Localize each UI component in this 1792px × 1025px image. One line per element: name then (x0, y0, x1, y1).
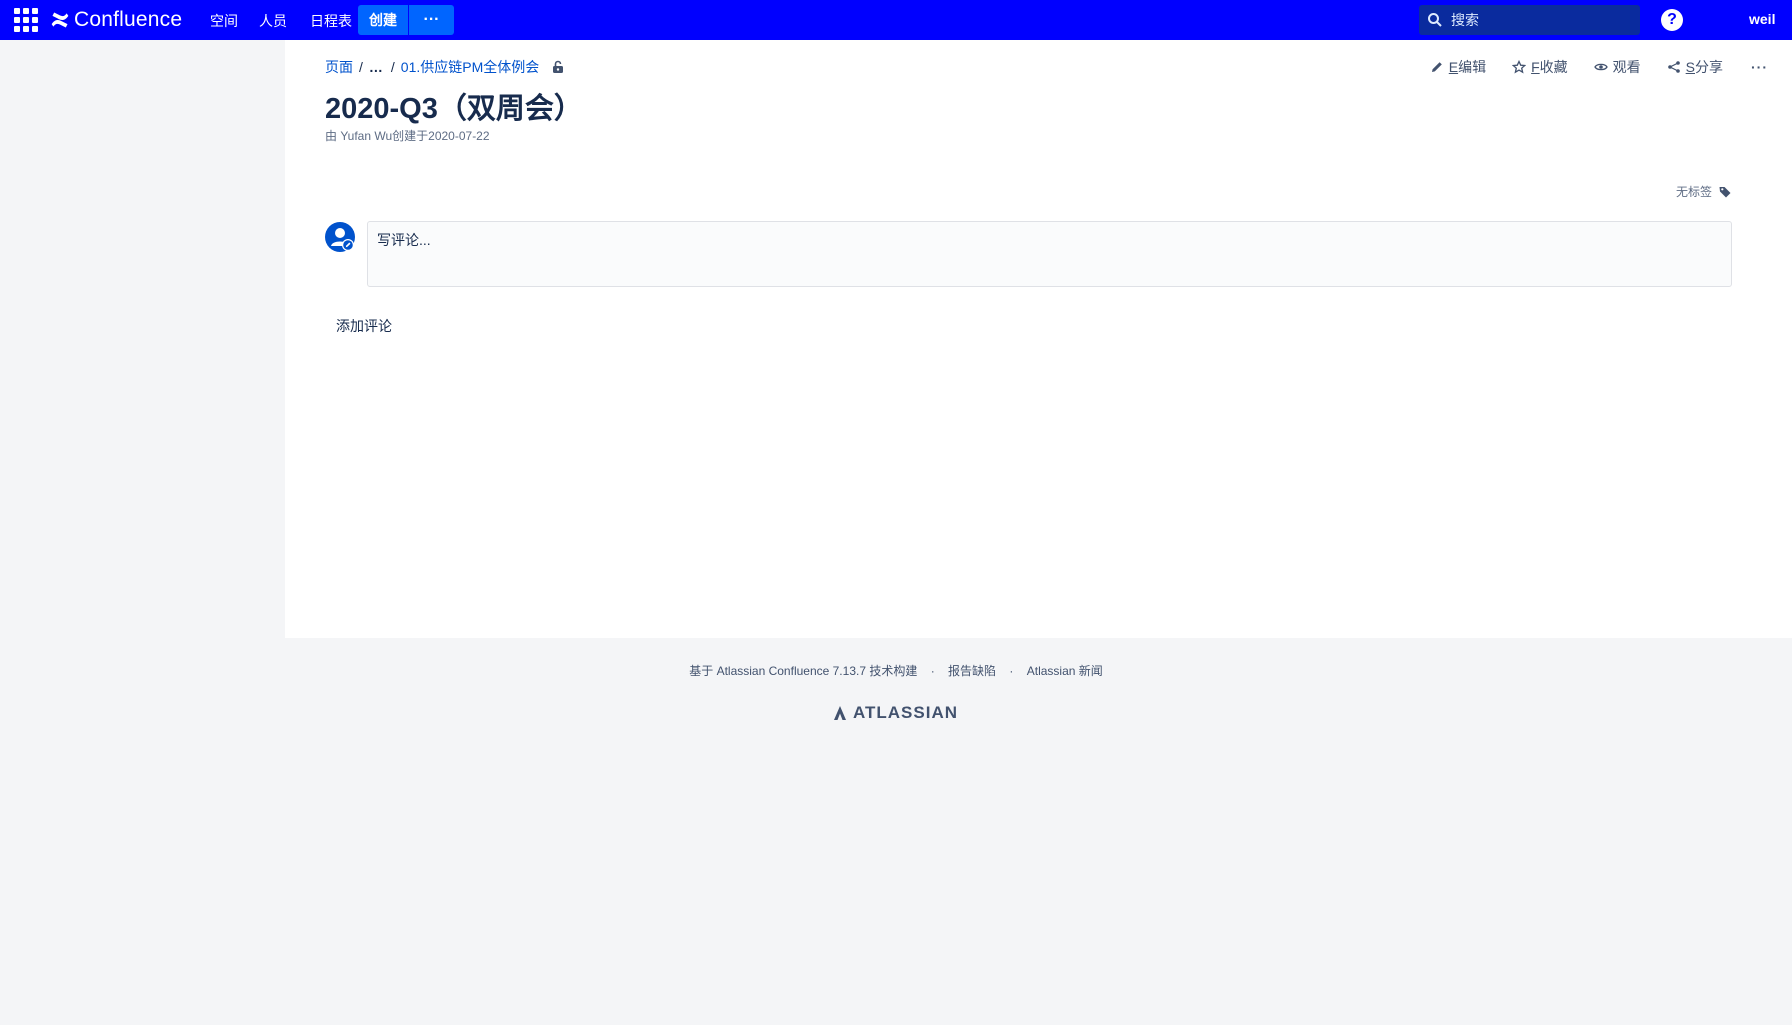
app-switcher-icon[interactable] (14, 8, 38, 32)
eye-icon (1593, 63, 1608, 71)
share-icon (1667, 61, 1680, 73)
breadcrumb-separator: / (390, 59, 395, 75)
create-more-button[interactable]: ··· (409, 5, 454, 35)
footer-report-bug[interactable]: 报告缺陷 (948, 664, 996, 678)
logo-text: Confluence (74, 8, 183, 31)
confluence-logo[interactable]: Confluence (50, 7, 182, 33)
watch-button[interactable]: 观看 (1593, 57, 1641, 77)
save-label: 收藏 (1539, 59, 1568, 75)
page-actions: E 编辑 F 收藏 观看 S 分享 ··· (1404, 57, 1768, 77)
breadcrumb: 页面 / … / 01.供应链PM全体例会 (325, 57, 565, 77)
user-menu[interactable]: weil (1749, 11, 1792, 27)
save-for-later-button[interactable]: F 收藏 (1512, 57, 1568, 77)
share-button[interactable]: S 分享 (1667, 57, 1723, 77)
avatar[interactable] (325, 222, 355, 252)
atlassian-logo[interactable]: ATLASSIAN (832, 703, 958, 723)
comment-placeholder: 写评论... (377, 232, 431, 248)
page-content: 页面 / … / 01.供应链PM全体例会 E 编辑 F 收藏 观看 S 分享 … (285, 40, 1792, 638)
star-icon (1512, 60, 1527, 74)
nav-calendars[interactable]: 日程表 (310, 11, 352, 31)
search-box[interactable] (1419, 5, 1640, 35)
footer-news[interactable]: Atlassian 新闻 (1027, 664, 1103, 678)
atlassian-brand-text: ATLASSIAN (853, 703, 959, 722)
breadcrumb-ellipsis[interactable]: … (369, 59, 383, 75)
help-icon[interactable]: ? (1661, 9, 1683, 31)
breadcrumb-pages[interactable]: 页面 (325, 57, 353, 77)
footer-separator: · (1009, 664, 1014, 678)
search-input[interactable] (1451, 12, 1631, 28)
add-comment-link[interactable]: 添加评论 (336, 316, 392, 336)
footer-separator: · (930, 664, 935, 678)
breadcrumb-parent[interactable]: 01.供应链PM全体例会 (401, 57, 539, 77)
top-navigation-bar: Confluence 空间 人员 日程表 创建 ··· ? weil (0, 0, 1792, 40)
more-actions-button[interactable]: ··· (1751, 59, 1768, 75)
confluence-logo-icon (51, 12, 69, 28)
share-shortcut: S (1685, 59, 1695, 75)
edit-button[interactable]: E 编辑 (1430, 57, 1486, 77)
labels-text: 无标签 (1675, 185, 1712, 199)
pencil-icon (1431, 62, 1442, 72)
nav-spaces[interactable]: 空间 (210, 11, 238, 31)
unlock-icon[interactable] (551, 60, 565, 74)
footer-built-with[interactable]: 基于 Atlassian Confluence 7.13.7 技术构建 (689, 664, 917, 678)
edit-label: 编辑 (1458, 59, 1487, 75)
breadcrumb-separator: / (359, 59, 363, 75)
watch-label: 观看 (1612, 59, 1641, 75)
footer-links: 基于 Atlassian Confluence 7.13.7 技术构建 · 报告… (0, 662, 1792, 679)
share-label: 分享 (1695, 59, 1723, 75)
page-title: 2020-Q3（双周会） (325, 93, 583, 125)
labels-section: 无标签 (1676, 183, 1732, 200)
nav-people[interactable]: 人员 (259, 11, 287, 31)
search-icon (1428, 13, 1442, 27)
atlassian-logo-icon (834, 706, 846, 720)
page-byline: 由 Yufan Wu创建于2020-07-22 (325, 129, 490, 143)
comment-input[interactable]: 写评论... (367, 221, 1732, 287)
create-button[interactable]: 创建 (358, 5, 408, 35)
tag-icon[interactable] (1718, 185, 1732, 199)
save-shortcut: F (1531, 59, 1540, 75)
edit-shortcut: E (1448, 59, 1459, 75)
